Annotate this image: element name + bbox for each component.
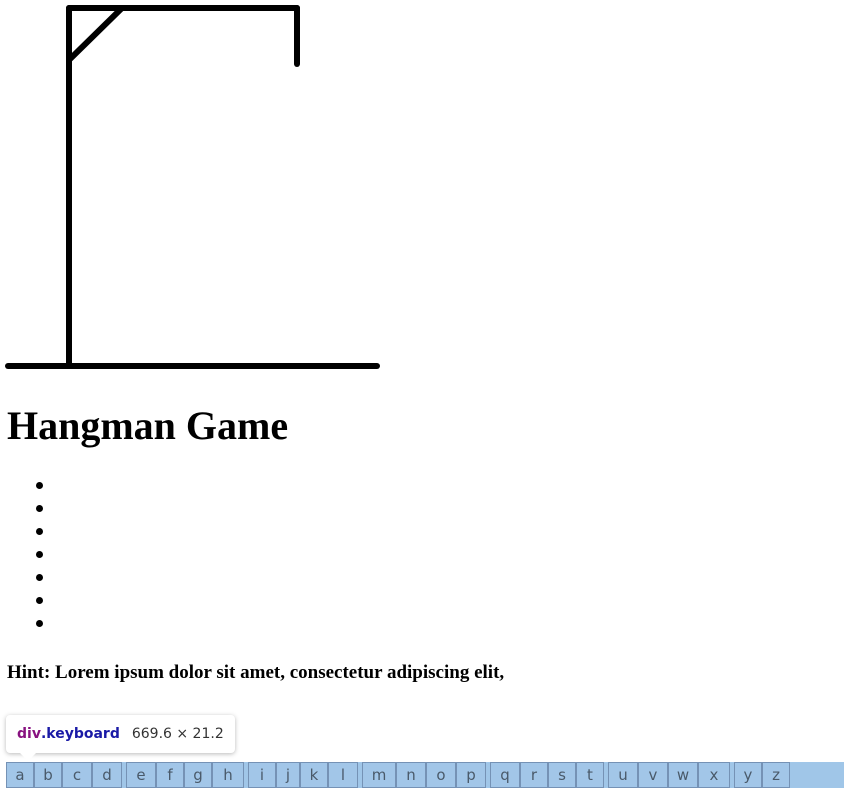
key-o[interactable]: o <box>426 762 456 788</box>
word-letter-slot <box>0 612 60 635</box>
bullet-icon <box>36 528 43 535</box>
key-e[interactable]: e <box>126 762 156 788</box>
key-l[interactable]: l <box>328 762 358 788</box>
key-h[interactable]: h <box>212 762 244 788</box>
word-letter-slot <box>0 520 60 543</box>
key-n[interactable]: n <box>396 762 426 788</box>
key-d[interactable]: d <box>92 762 122 788</box>
bullet-icon <box>36 482 43 489</box>
key-u[interactable]: u <box>608 762 638 788</box>
gallows-brace <box>66 5 125 63</box>
key-b[interactable]: b <box>34 762 62 788</box>
word-letter-slot <box>0 474 60 497</box>
key-z[interactable]: z <box>762 762 790 788</box>
bullet-icon <box>36 597 43 604</box>
key-s[interactable]: s <box>548 762 576 788</box>
key-x[interactable]: x <box>698 762 730 788</box>
key-m[interactable]: m <box>362 762 396 788</box>
key-g[interactable]: g <box>184 762 212 788</box>
page: Hangman Game Hint: Lorem ipsum dolor sit… <box>0 0 849 800</box>
word-letter-slot <box>0 566 60 589</box>
key-v[interactable]: v <box>638 762 668 788</box>
word-letter-slot <box>0 497 60 520</box>
tooltip-tag-name: div <box>17 726 41 742</box>
word-letter-list <box>0 474 60 635</box>
key-p[interactable]: p <box>456 762 486 788</box>
key-j[interactable]: j <box>276 762 300 788</box>
keyboard: abcdefghijklmnopqrstuvwxyz <box>6 762 790 788</box>
word-letter-slot <box>0 589 60 612</box>
bullet-icon <box>36 574 43 581</box>
word-letter-slot <box>0 543 60 566</box>
page-title: Hangman Game <box>7 403 289 448</box>
key-w[interactable]: w <box>668 762 698 788</box>
bullet-icon <box>36 505 43 512</box>
bullet-icon <box>36 551 43 558</box>
hint-text: Hint: Lorem ipsum dolor sit amet, consec… <box>7 662 505 683</box>
tooltip-class-name: .keyboard <box>40 726 120 742</box>
key-r[interactable]: r <box>520 762 548 788</box>
hangman-gallows <box>5 5 380 369</box>
key-c[interactable]: c <box>62 762 92 788</box>
devtools-element-tooltip: div .keyboard 669.6 × 21.2 <box>6 715 235 761</box>
key-a[interactable]: a <box>6 762 34 788</box>
key-q[interactable]: q <box>490 762 520 788</box>
key-t[interactable]: t <box>576 762 604 788</box>
key-f[interactable]: f <box>156 762 184 788</box>
bullet-icon <box>36 620 43 627</box>
key-i[interactable]: i <box>248 762 276 788</box>
key-y[interactable]: y <box>734 762 762 788</box>
key-k[interactable]: k <box>300 762 328 788</box>
tooltip-element-size: 669.6 × 21.2 <box>131 726 224 742</box>
